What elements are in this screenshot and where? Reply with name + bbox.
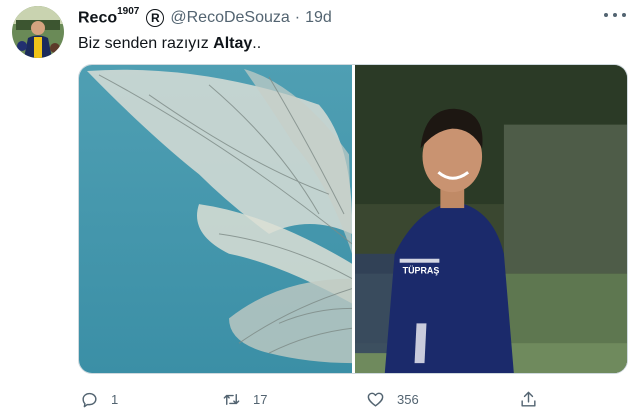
avatar[interactable] bbox=[12, 6, 64, 58]
tweet-text-plain: Biz senden razıyız bbox=[78, 35, 214, 52]
user-handle[interactable]: @RecoDeSouza bbox=[170, 9, 289, 27]
tweet-header: Reco1907 R @RecoDeSouza · 19d bbox=[78, 6, 332, 30]
registered-badge-icon: R bbox=[146, 9, 165, 27]
fairy-wings-image bbox=[79, 65, 352, 373]
heart-icon bbox=[367, 392, 384, 407]
tweet-text-end: .. bbox=[252, 35, 262, 52]
avatar-image bbox=[12, 6, 64, 58]
display-name[interactable]: Reco1907 bbox=[78, 6, 140, 27]
retweet-icon bbox=[223, 393, 240, 405]
reply-count: 1 bbox=[111, 391, 119, 407]
reply-button[interactable]: 1 bbox=[80, 386, 118, 412]
like-count: 356 bbox=[397, 391, 419, 407]
tweet-actions: 1 17 356 bbox=[78, 386, 628, 412]
share-button[interactable] bbox=[519, 386, 550, 412]
retweet-button[interactable]: 17 bbox=[222, 386, 267, 412]
tweet[interactable]: Reco1907 R @RecoDeSouza · 19d Biz senden… bbox=[0, 0, 640, 418]
jersey-sponsor: TÜPRAŞ bbox=[403, 266, 440, 276]
media-image-wings[interactable] bbox=[79, 65, 352, 373]
retweet-count: 17 bbox=[253, 391, 268, 407]
like-button[interactable]: 356 bbox=[366, 386, 419, 412]
share-icon bbox=[521, 391, 536, 407]
tweet-text-bold: Altay bbox=[213, 35, 253, 52]
tweet-media[interactable]: TÜPRAŞ bbox=[78, 64, 628, 374]
separator-dot: · bbox=[294, 9, 301, 26]
name-superscript: 1907 bbox=[117, 6, 140, 18]
more-icon[interactable] bbox=[604, 8, 626, 22]
reply-icon bbox=[82, 392, 97, 407]
tweet-text: Biz senden razıyız Altay.. bbox=[78, 35, 261, 53]
player-photo: TÜPRAŞ bbox=[355, 65, 627, 373]
media-image-player[interactable]: TÜPRAŞ bbox=[355, 65, 627, 373]
tweet-timestamp[interactable]: 19d bbox=[305, 9, 332, 27]
